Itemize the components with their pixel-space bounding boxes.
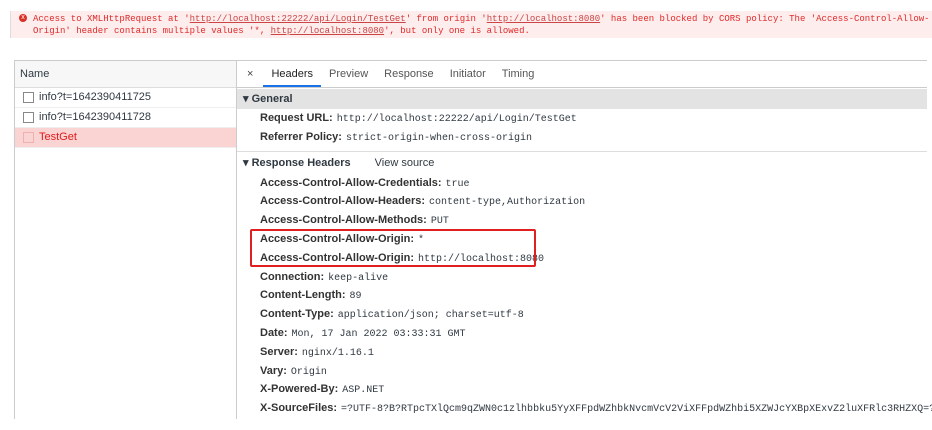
header-row: Request URL: http://localhost:22222/api/L… xyxy=(237,109,927,128)
close-icon[interactable]: × xyxy=(237,61,263,87)
error-text: ' from origin ' xyxy=(405,14,487,24)
error-link[interactable]: http://localhost:22222/api/Login/TestGet xyxy=(190,14,406,24)
general-section-toggle[interactable]: ▾ General xyxy=(237,89,927,109)
tab-timing[interactable]: Timing xyxy=(494,61,543,87)
header-value: =?UTF-8?B?RTpcTXlQcm9qZWN0c1zlhbbku5YyXF… xyxy=(341,404,932,416)
header-row: Access-Control-Allow-Headers: content-typ… xyxy=(237,192,927,211)
header-key: Access-Control-Allow-Headers: xyxy=(260,195,426,208)
header-value: PUT xyxy=(430,216,449,228)
view-source-link[interactable]: View source xyxy=(375,157,435,169)
header-row: Date: Mon, 17 Jan 2022 03:33:31 GMT xyxy=(237,324,927,343)
header-key: Content-Type: xyxy=(260,308,334,321)
header-row: X-SourceFiles: =?UTF-8?B?RTpcTXlQcm9qZWN0… xyxy=(237,399,932,418)
highlight-box xyxy=(250,229,536,267)
header-value: application/json; charset=utf-8 xyxy=(337,310,524,322)
response-headers-section-toggle[interactable]: ▾ Response Headers View source xyxy=(237,150,927,174)
tab-initiator[interactable]: Initiator xyxy=(442,61,494,87)
header-key: Date: xyxy=(260,326,288,339)
tab-headers[interactable]: Headers xyxy=(263,61,322,87)
error-link[interactable]: http://localhost:8080 xyxy=(487,14,600,24)
header-key: Content-Length: xyxy=(260,289,346,302)
request-name: info?t=1642390411725 xyxy=(39,91,152,103)
header-value: strict-origin-when-cross-origin xyxy=(345,132,532,144)
header-key: Referrer Policy: xyxy=(260,130,342,143)
console-error-message: x Access to XMLHttpRequest at 'http://lo… xyxy=(10,11,932,38)
request-item[interactable]: info?t=1642390411728 xyxy=(15,108,236,128)
tab-response[interactable]: Response xyxy=(376,61,442,87)
request-name: info?t=1642390411728 xyxy=(39,111,152,123)
tab-preview[interactable]: Preview xyxy=(321,61,376,87)
header-key: X-SourceFiles: xyxy=(260,402,338,415)
header-row: Content-Length: 89 xyxy=(237,286,927,305)
header-row: Connection: keep-alive xyxy=(237,268,927,287)
request-name: TestGet xyxy=(39,131,77,143)
name-column-header[interactable]: Name xyxy=(15,61,236,88)
header-value: ASP.NET xyxy=(342,385,385,397)
header-row: Vary: Origin xyxy=(237,362,927,381)
request-item[interactable]: info?t=1642390411725 xyxy=(15,88,236,108)
header-key: Access-Control-Allow-Methods: xyxy=(260,214,427,227)
header-value: Origin xyxy=(290,366,327,378)
header-row: Content-Type: application/json; charset=u… xyxy=(237,305,927,324)
header-key: Request URL: xyxy=(260,112,333,124)
header-value: Mon, 17 Jan 2022 03:33:31 GMT xyxy=(291,328,466,340)
error-text: Access to XMLHttpRequest at ' xyxy=(33,14,190,24)
header-row: Access-Control-Allow-Credentials: true xyxy=(237,174,927,193)
detail-tabs: × Headers Preview Response Initiator Tim… xyxy=(237,61,927,88)
file-icon xyxy=(23,92,34,103)
header-key: X-Powered-By: xyxy=(260,383,339,396)
header-value: content-type,Authorization xyxy=(429,197,586,209)
header-row: Server: nginx/1.16.1 xyxy=(237,343,927,362)
request-item-selected[interactable]: TestGet xyxy=(15,128,236,148)
error-text: ', but only one is allowed. xyxy=(384,26,530,36)
header-value: true xyxy=(445,178,470,190)
header-value: http://localhost:22222/api/Login/TestGet xyxy=(336,114,577,125)
header-row: Access-Control-Allow-Methods: PUT xyxy=(237,211,927,230)
file-icon xyxy=(23,112,34,123)
section-title: Response Headers xyxy=(251,156,351,169)
header-value: nginx/1.16.1 xyxy=(301,347,374,359)
header-key: Vary: xyxy=(260,364,287,377)
header-key: Connection: xyxy=(260,270,325,283)
header-key: Server: xyxy=(260,345,298,358)
file-icon xyxy=(23,132,34,143)
header-value: 89 xyxy=(349,291,362,303)
header-value: keep-alive xyxy=(328,272,389,284)
request-list: Name info?t=1642390411725 info?t=1642390… xyxy=(15,61,237,419)
header-row: Referrer Policy: strict-origin-when-cross… xyxy=(237,128,927,147)
header-key: Access-Control-Allow-Credentials: xyxy=(260,176,442,189)
error-icon: x xyxy=(19,14,27,22)
error-link[interactable]: http://localhost:8080 xyxy=(271,26,384,36)
header-row: X-Powered-By: ASP.NET xyxy=(237,380,927,399)
section-title: General xyxy=(251,93,293,105)
